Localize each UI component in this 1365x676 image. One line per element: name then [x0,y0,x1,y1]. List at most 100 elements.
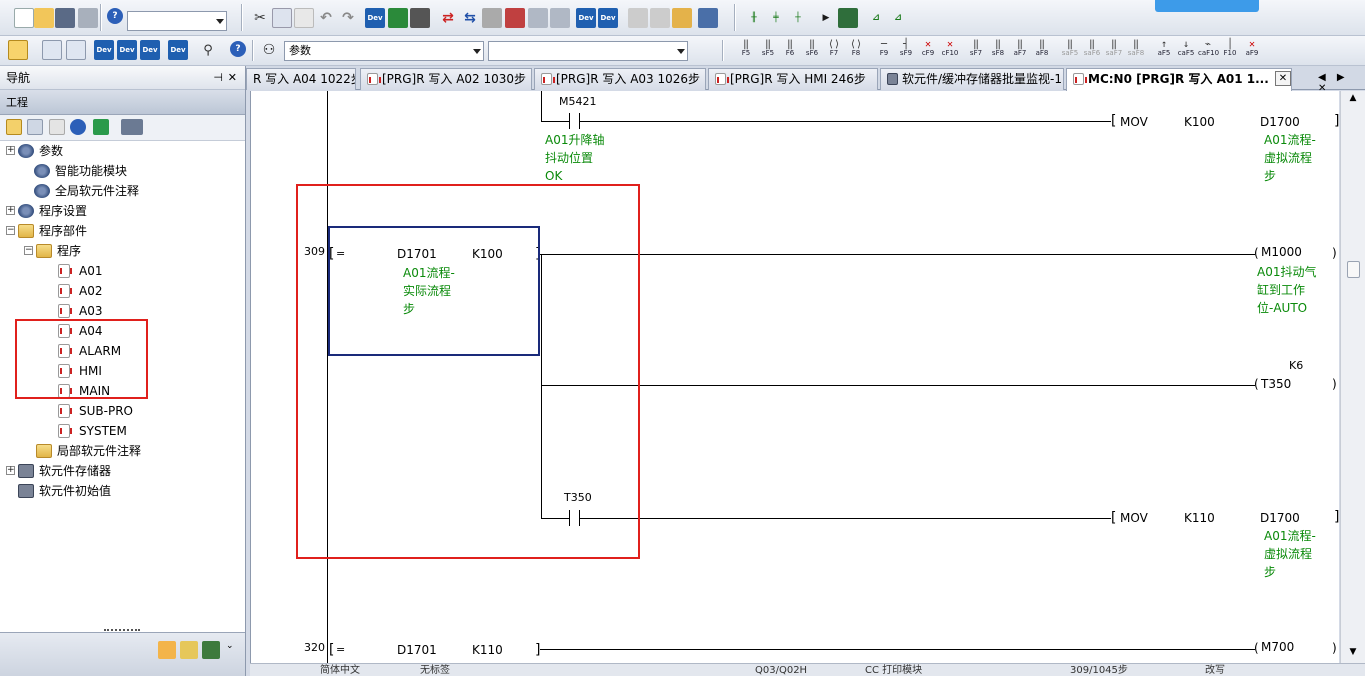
pin-icon[interactable]: ⊣ [213,66,223,90]
tree-item-node-5[interactable]: − 程序 [0,241,240,261]
remote-badge[interactable] [1155,0,1259,12]
jump-icon[interactable]: ⇄ [438,8,458,28]
instruction-destination[interactable]: D1700 [1260,115,1300,129]
tree-item-a01[interactable]: A01 [0,261,240,281]
connection-icon[interactable] [202,641,220,659]
replace-icon[interactable]: ⇆ [460,8,480,28]
redo-icon[interactable]: ↷ [338,8,358,28]
instruction-combo[interactable] [488,41,688,61]
instruction-name[interactable]: MOV [1120,511,1148,525]
tree-item-node-3[interactable]: + 程序设置 [0,201,240,221]
start-monitor-icon[interactable]: ▶ [816,8,836,28]
timer-device[interactable]: T350 [1261,377,1291,391]
fkey-af9-button[interactable]: ✕ aF9 [1242,40,1262,62]
copy-icon[interactable] [272,8,292,28]
fkey-caf5-button[interactable]: ↓ caF5 [1176,40,1196,62]
list-icon[interactable] [66,40,86,60]
tree-item-node-17[interactable]: 软元件初始值 [0,481,240,501]
help-icon[interactable]: ? [230,41,246,57]
fkey-f8-button[interactable]: ⟨⟩ F8 [846,40,866,62]
device-search-combo[interactable]: 参数 [284,41,484,61]
fkey-af5-button[interactable]: ↑ aF5 [1154,40,1174,62]
tab-close-icon[interactable]: ✕ [1275,71,1291,86]
coil-device[interactable]: M700 [1261,640,1294,654]
instruction-source[interactable]: K100 [1184,115,1215,129]
fkey-saf7-button[interactable]: ‖ saF7 [1104,40,1124,62]
fkey-cf10-button[interactable]: ✕ cF10 [940,40,960,62]
fkey-cf9-button[interactable]: ✕ cF9 [918,40,938,62]
new-data-icon[interactable] [6,119,22,135]
scroll-thumb[interactable] [1347,261,1360,278]
tree-item-node-1[interactable]: 智能功能模块 [0,161,240,181]
new-file-icon[interactable] [14,8,34,28]
project-tab-icon[interactable] [158,641,176,659]
expand-icon[interactable]: + [6,466,15,475]
coil-device[interactable]: M1000 [1261,245,1302,259]
tree-item-node-2[interactable]: 全局软元件注释 [0,181,240,201]
scroll-down-icon[interactable]: ▼ [1345,647,1361,661]
dev-convert-icon[interactable]: Dev [598,8,618,28]
refresh-icon[interactable] [93,119,109,135]
fkey-f10-button[interactable]: │ F10 [1220,40,1240,62]
scroll-up-icon[interactable]: ▲ [1345,93,1361,107]
instruction-source[interactable]: K110 [1184,511,1215,525]
project-view-icon[interactable] [8,40,28,60]
simulate-icon[interactable]: ⊿ [888,8,908,28]
tab-a01[interactable]: MC:N0 [PRG]R 写入 A01 1... [1066,68,1292,91]
ladder-line-icon[interactable]: ┼ [788,8,808,28]
write-plc-icon[interactable] [388,8,408,28]
tree-item-node-16[interactable]: + 软元件存储器 [0,461,240,481]
ladder-editor[interactable]: M5421 A01升降轴抖动位置OK [ MOV K100 D1700 ] A0… [250,91,1339,663]
fkey-sf9-button[interactable]: ┤ sF9 [896,40,916,62]
fkey-sf7-button[interactable]: ‖ sF7 [966,40,986,62]
tile-icon[interactable] [42,40,62,60]
fkey-f6-button[interactable]: ‖ F6 [780,40,800,62]
dev-monitor-icon[interactable]: Dev [168,40,188,60]
print-icon[interactable] [78,8,98,28]
fkey-af7-button[interactable]: ‖ aF7 [1010,40,1030,62]
tab-a02[interactable]: [PRG]R 写入 A02 1030步 [360,68,532,90]
tree-item-a03[interactable]: A03 [0,301,240,321]
tab-device-monitor[interactable]: 软元件/缓冲存储器批量监视-1 [880,68,1064,90]
instruction-name[interactable]: MOV [1120,115,1148,129]
fkey-f9-button[interactable]: ─ F9 [874,40,894,62]
splitter-grip[interactable] [104,629,140,632]
undo-icon[interactable]: ↶ [316,8,336,28]
find-icon[interactable]: ⚲ [198,40,218,60]
fkey-sf5-button[interactable]: ‖ sF5 [758,40,778,62]
statement-icon[interactable] [650,8,670,28]
close-icon[interactable]: ✕ [228,66,237,90]
cut-icon[interactable]: ✂ [250,8,270,28]
expand-icon[interactable]: + [6,206,15,215]
dev-compile-icon[interactable]: Dev [576,8,596,28]
fkey-saf6-button[interactable]: ‖ saF6 [1082,40,1102,62]
collapse-icon[interactable]: − [24,246,33,255]
fkey-af8-button[interactable]: ‖ aF8 [1032,40,1052,62]
paste-icon[interactable] [294,8,314,28]
compare-operand-1[interactable]: D1701 [397,643,437,657]
monitor-icon[interactable] [482,8,502,28]
fkey-sf6-button[interactable]: ‖ sF6 [802,40,822,62]
tab-a04[interactable]: R 写入 A04 1022步 [246,68,356,90]
copy-data-icon[interactable] [27,119,43,135]
note-icon[interactable] [672,8,692,28]
tree-item-system[interactable]: SYSTEM [0,421,240,441]
tree-item-node-15[interactable]: 局部软元件注释 [0,441,240,461]
open-folder-icon[interactable] [34,8,54,28]
batch-monitor-icon[interactable] [528,8,548,28]
tree-item-sub-pro[interactable]: SUB-PRO [0,401,240,421]
vertical-scrollbar[interactable]: ▲ ▼ [1340,91,1365,663]
fkey-sf8-button[interactable]: ‖ sF8 [988,40,1008,62]
fkey-f5-button[interactable]: ‖ F5 [736,40,756,62]
contact-symbol[interactable] [569,113,570,129]
dev-icon[interactable]: Dev [94,40,114,60]
collapse-icon[interactable]: − [6,226,15,235]
paste-data-icon[interactable] [49,119,65,135]
verify-plc-icon[interactable] [410,8,430,28]
timer-preset[interactable]: K6 [1289,359,1303,372]
test-icon[interactable]: ⊿ [866,8,886,28]
dev-icon[interactable]: Dev [140,40,160,60]
fkey-caf10-button[interactable]: ⌁ caF10 [1198,40,1219,62]
fkey-f7-button[interactable]: ⟨⟩ F7 [824,40,844,62]
sort-icon[interactable] [121,119,143,135]
